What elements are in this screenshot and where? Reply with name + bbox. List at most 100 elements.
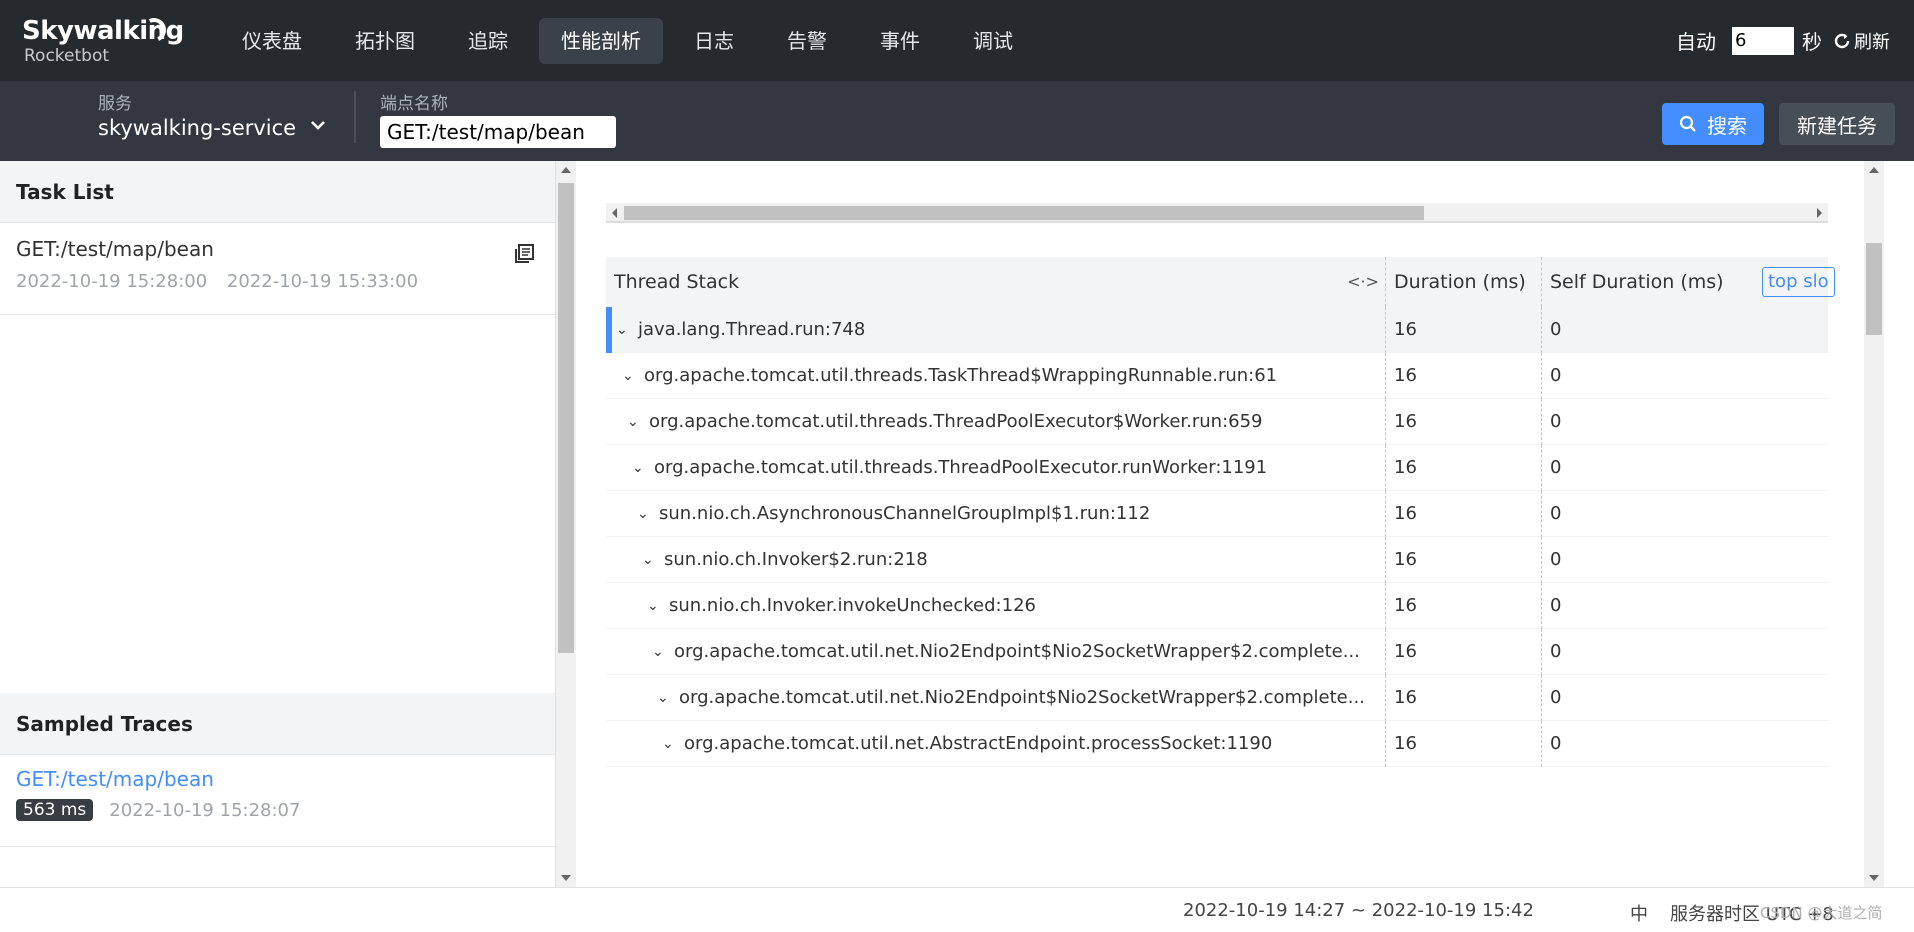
table-row[interactable]: ⌄ org.apache.tomcat.util.net.Nio2Endpoint…	[606, 674, 1828, 721]
stack-cell: ⌄ org.apache.tomcat.util.net.AbstractEndp…	[606, 721, 1385, 767]
table-row[interactable]: ⌄ sun.nio.ch.Invoker.invokeUnchecked:126 1…	[606, 582, 1828, 629]
table-row[interactable]: ⌄ org.apache.tomcat.util.threads.ThreadPo…	[606, 398, 1828, 445]
task-time: 2022-10-19 15:28:00 2022-10-19 15:33:00	[16, 271, 539, 292]
stack-frame: org.apache.tomcat.util.threads.TaskThrea…	[644, 364, 1278, 386]
nav-debug[interactable]: 调试	[951, 18, 1035, 64]
thread-stack-panel: Thread Stack <·> Duration (ms) Self Dura…	[576, 161, 1914, 887]
expand-chevron-icon[interactable]: ⌄	[622, 353, 644, 399]
interval-input[interactable]	[1732, 26, 1794, 55]
stack-cell: ⌄ org.apache.tomcat.util.net.Nio2Endpoint…	[606, 629, 1385, 675]
task-list-item[interactable]: GET:/test/map/bean 2022-10-19 15:28:00 2…	[0, 223, 555, 315]
col-self-duration: Self Duration (ms) top slo	[1541, 257, 1835, 307]
stack-frame: sun.nio.ch.AsynchronousChannelGroupImpl$…	[659, 502, 1151, 524]
nav-log[interactable]: 日志	[672, 18, 756, 64]
search-label: 搜索	[1707, 113, 1747, 138]
self-duration-cell: 0	[1541, 306, 1828, 353]
right-scrollbar[interactable]	[1864, 161, 1884, 887]
scroll-right-arrow-icon[interactable]	[1817, 208, 1822, 218]
stack-frame: sun.nio.ch.Invoker$2.run:218	[664, 548, 928, 570]
endpoint-input[interactable]	[380, 116, 616, 148]
stack-cell: ⌄ java.lang.Thread.run:748	[606, 307, 1385, 353]
stack-frame: org.apache.tomcat.util.threads.ThreadPoo…	[654, 456, 1268, 478]
duration-cell: 16	[1385, 352, 1541, 399]
expand-chevron-icon[interactable]: ⌄	[627, 399, 649, 445]
nav-trace[interactable]: 追踪	[446, 18, 530, 64]
self-duration-cell: 0	[1541, 398, 1828, 445]
col-duration: Duration (ms)	[1385, 257, 1541, 307]
service-value: skywalking-service	[98, 116, 297, 140]
horizontal-scrollbar[interactable]	[606, 203, 1828, 223]
table-row[interactable]: ⌄ org.apache.tomcat.util.threads.ThreadPo…	[606, 444, 1828, 491]
duration-cell: 16	[1385, 398, 1541, 445]
table-row[interactable]: ⌄ org.apache.tomcat.util.threads.TaskThre…	[606, 352, 1828, 399]
scroll-thumb[interactable]	[558, 183, 574, 653]
table-row[interactable]: ⌄ sun.nio.ch.Invoker$2.run:218 16 0	[606, 536, 1828, 583]
top-slow-button[interactable]: top slo	[1762, 267, 1835, 297]
scroll-down-arrow-icon[interactable]	[1869, 875, 1879, 881]
expand-chevron-icon[interactable]: ⌄	[647, 583, 669, 629]
h-scroll-thumb[interactable]	[624, 206, 1424, 220]
refresh-icon	[1834, 33, 1850, 48]
stack-cell: ⌄ sun.nio.ch.Invoker$2.run:218	[606, 537, 1385, 583]
nav-topology[interactable]: 拓扑图	[333, 18, 437, 64]
divider	[354, 91, 356, 143]
refresh-label: 刷新	[1854, 31, 1890, 53]
scroll-up-arrow-icon[interactable]	[561, 167, 571, 173]
stack-cell: ⌄ sun.nio.ch.AsynchronousChannelGroupImpl…	[606, 491, 1385, 537]
language-toggle[interactable]: 中	[1630, 900, 1648, 926]
resize-handle-icon[interactable]: <·>	[1347, 257, 1379, 307]
expand-chevron-icon[interactable]: ⌄	[616, 307, 638, 353]
expand-chevron-icon[interactable]: ⌄	[662, 721, 684, 767]
table-row[interactable]: ⌄ sun.nio.ch.AsynchronousChannelGroupImpl…	[606, 490, 1828, 537]
duration-cell: 16	[1385, 536, 1541, 583]
scroll-left-arrow-icon[interactable]	[612, 208, 617, 218]
expand-chevron-icon[interactable]: ⌄	[632, 445, 654, 491]
service-selector[interactable]: 服务 skywalking-service	[98, 89, 325, 140]
scroll-thumb[interactable]	[1866, 243, 1882, 335]
table-header: Thread Stack <·> Duration (ms) Self Dura…	[606, 257, 1835, 307]
new-task-button[interactable]: 新建任务	[1779, 103, 1895, 145]
self-duration-cell: 0	[1541, 582, 1828, 629]
duration-cell: 16	[1385, 490, 1541, 537]
stack-cell: ⌄ org.apache.tomcat.util.net.Nio2Endpoint…	[606, 675, 1385, 721]
self-duration-cell: 0	[1541, 490, 1828, 537]
task-logs-icon[interactable]	[513, 243, 535, 265]
expand-chevron-icon[interactable]: ⌄	[642, 537, 664, 583]
auto-label: 自动	[1676, 30, 1716, 54]
table-row[interactable]: ⌄ java.lang.Thread.run:748 16 0	[606, 306, 1828, 353]
table-row[interactable]: ⌄ org.apache.tomcat.util.net.AbstractEndp…	[606, 720, 1828, 767]
table-body: ⌄ java.lang.Thread.run:748 16 0 ⌄ org.apache.…	[606, 306, 1828, 767]
left-scrollbar[interactable]	[556, 161, 576, 887]
stack-frame: org.apache.tomcat.util.threads.ThreadPoo…	[649, 410, 1263, 432]
stack-frame: org.apache.tomcat.util.net.Nio2Endpoint$…	[674, 640, 1360, 662]
expand-chevron-icon[interactable]: ⌄	[637, 491, 659, 537]
nav-profile[interactable]: 性能剖析	[539, 18, 663, 64]
trace-list-item[interactable]: GET:/test/map/bean 563 ms 2022-10-19 15:…	[0, 755, 555, 847]
search-button[interactable]: 搜索	[1662, 103, 1764, 145]
service-label: 服务	[98, 94, 132, 114]
self-duration-cell: 0	[1541, 720, 1828, 767]
time-range[interactable]: 2022-10-19 14:27 ~ 2022-10-19 15:42	[1183, 900, 1534, 921]
chevron-down-icon	[311, 121, 325, 130]
nav-event[interactable]: 事件	[858, 18, 942, 64]
main-nav: 仪表盘 拓扑图 追踪 性能剖析 日志 告警 事件 调试	[220, 18, 1044, 64]
refresh-button[interactable]: 刷新	[1832, 28, 1890, 54]
stack-frame: java.lang.Thread.run:748	[638, 318, 866, 340]
expand-chevron-icon[interactable]: ⌄	[657, 675, 679, 721]
expand-chevron-icon[interactable]: ⌄	[652, 629, 674, 675]
duration-cell: 16	[1385, 306, 1541, 353]
nav-dashboard[interactable]: 仪表盘	[220, 18, 324, 64]
stack-frame: org.apache.tomcat.util.net.Nio2Endpoint$…	[679, 686, 1365, 708]
stack-cell: ⌄ org.apache.tomcat.util.threads.ThreadPo…	[606, 399, 1385, 445]
sampled-traces-section: Sampled Traces GET:/test/map/bean 563 ms…	[0, 693, 555, 847]
watermark: CSDN @大道之简	[1760, 904, 1883, 922]
trace-link[interactable]: GET:/test/map/bean	[16, 767, 539, 791]
footer-bar: 2022-10-19 14:27 ~ 2022-10-19 15:42 中 服务…	[0, 887, 1914, 932]
col-thread-stack-label: Thread Stack	[614, 271, 740, 293]
table-row[interactable]: ⌄ org.apache.tomcat.util.net.Nio2Endpoint…	[606, 628, 1828, 675]
nav-alarm[interactable]: 告警	[765, 18, 849, 64]
auto-refresh-group: 自动 秒 刷新	[1676, 26, 1890, 55]
trace-meta: 563 ms 2022-10-19 15:28:07	[16, 799, 539, 821]
scroll-up-arrow-icon[interactable]	[1869, 167, 1879, 173]
scroll-down-arrow-icon[interactable]	[561, 875, 571, 881]
